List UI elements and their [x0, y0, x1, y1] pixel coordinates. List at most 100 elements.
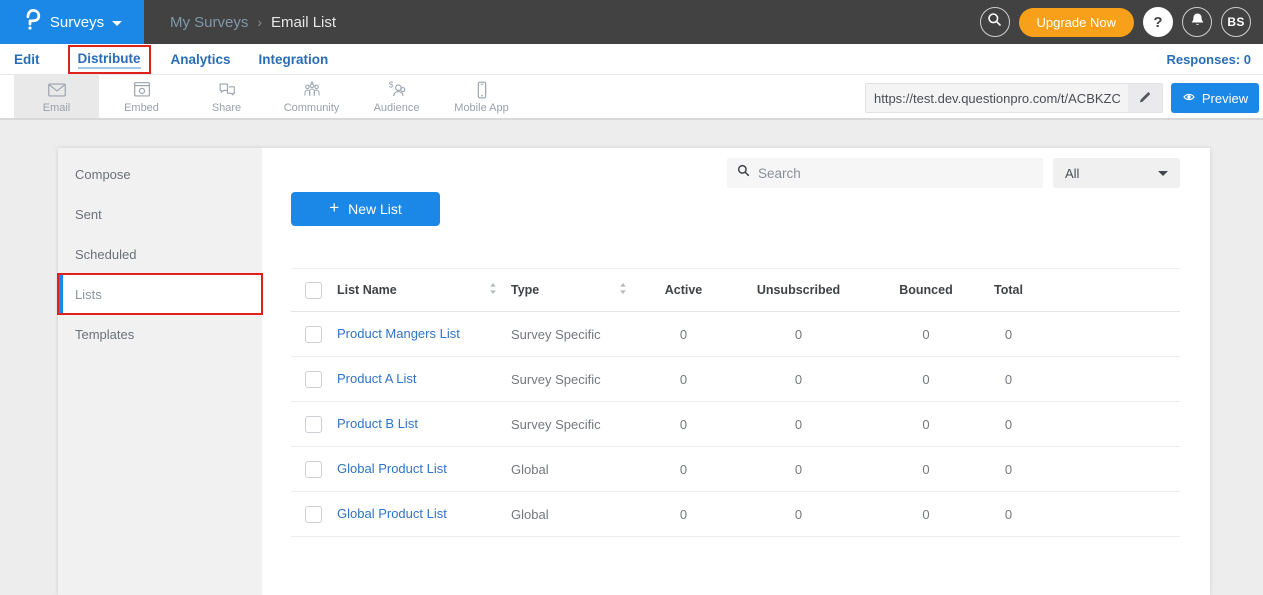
audience-icon: $: [385, 79, 409, 101]
total-count: 0: [981, 507, 1036, 522]
embed-icon: [130, 79, 154, 101]
preview-button[interactable]: Preview: [1171, 83, 1259, 113]
breadcrumb-separator: ›: [257, 14, 262, 30]
help-button[interactable]: ?: [1143, 7, 1173, 37]
list-type: Global: [511, 462, 641, 477]
edit-url-button[interactable]: [1128, 84, 1162, 112]
row-checkbox[interactable]: [305, 461, 322, 478]
list-name-link[interactable]: Product B List: [337, 416, 418, 431]
avatar-initials: BS: [1227, 15, 1244, 29]
email-lists-table: List Name Type Active Unsubscribed Bounc…: [291, 268, 1180, 537]
responses-count[interactable]: Responses: 0: [1166, 52, 1251, 67]
header-list-name[interactable]: List Name: [337, 282, 511, 298]
unsubscribed-count: 0: [726, 327, 871, 342]
questionpro-logo-icon: [22, 7, 42, 37]
total-count: 0: [981, 327, 1036, 342]
list-type-filter-value: All: [1065, 166, 1079, 181]
header-bounced: Bounced: [871, 283, 981, 297]
tab-embed-label: Embed: [124, 102, 159, 114]
list-name-link[interactable]: Product A List: [337, 371, 417, 386]
breadcrumb-parent[interactable]: My Surveys: [170, 14, 248, 31]
list-type: Survey Specific: [511, 417, 641, 432]
list-name-link[interactable]: Global Product List: [337, 506, 447, 521]
sidebar-item-lists[interactable]: Lists: [58, 274, 262, 314]
distribute-toolbar: Email Embed Share Community $ Audience M…: [0, 75, 1263, 120]
sidebar-item-scheduled[interactable]: Scheduled: [58, 234, 262, 274]
tab-embed[interactable]: Embed: [99, 75, 184, 118]
tab-audience-label: Audience: [374, 102, 420, 114]
tab-email[interactable]: Email: [14, 75, 99, 118]
tab-audience[interactable]: $ Audience: [354, 75, 439, 118]
bounced-count: 0: [871, 417, 981, 432]
tab-analytics[interactable]: Analytics: [171, 52, 231, 67]
topbar-actions: Upgrade Now ? BS: [980, 7, 1252, 37]
tab-community[interactable]: Community: [269, 75, 354, 118]
sidebar-item-templates[interactable]: Templates: [58, 314, 262, 354]
total-count: 0: [981, 417, 1036, 432]
total-count: 0: [981, 462, 1036, 477]
table-row: Global Product List Global 0 0 0 0: [291, 447, 1180, 492]
table-row: Global Product List Global 0 0 0 0: [291, 492, 1180, 537]
table-header-row: List Name Type Active Unsubscribed Bounc…: [291, 268, 1180, 312]
preview-label: Preview: [1202, 91, 1248, 106]
tab-mobile-app-label: Mobile App: [454, 102, 508, 114]
filter-row: All: [291, 158, 1180, 188]
new-list-button[interactable]: + New List: [291, 192, 440, 226]
tab-email-label: Email: [43, 102, 71, 114]
help-icon: ?: [1153, 14, 1162, 31]
tab-edit[interactable]: Edit: [14, 52, 40, 67]
unsubscribed-count: 0: [726, 507, 871, 522]
list-name-link[interactable]: Global Product List: [337, 461, 447, 476]
search-icon: [737, 164, 750, 182]
list-type: Survey Specific: [511, 327, 641, 342]
list-search-box: [727, 158, 1043, 188]
active-count: 0: [641, 507, 726, 522]
row-checkbox[interactable]: [305, 506, 322, 523]
topbar: Surveys My Surveys › Email List Upgrade …: [0, 0, 1263, 44]
header-total: Total: [981, 283, 1036, 297]
row-checkbox[interactable]: [305, 416, 322, 433]
total-count: 0: [981, 372, 1036, 387]
active-count: 0: [641, 372, 726, 387]
bounced-count: 0: [871, 372, 981, 387]
sidebar-item-sent[interactable]: Sent: [58, 194, 262, 234]
active-count: 0: [641, 327, 726, 342]
breadcrumb-current: Email List: [271, 14, 336, 31]
unsubscribed-count: 0: [726, 417, 871, 432]
row-checkbox[interactable]: [305, 326, 322, 343]
lists-main: All + New List List Name Type: [262, 148, 1210, 595]
bounced-count: 0: [871, 327, 981, 342]
page-background: Compose Sent Scheduled Lists Templates A…: [0, 120, 1263, 595]
active-count: 0: [641, 462, 726, 477]
product-switcher[interactable]: Surveys: [0, 0, 144, 44]
tab-distribute[interactable]: Distribute: [78, 51, 141, 69]
search-icon: [987, 12, 1002, 32]
tab-share[interactable]: Share: [184, 75, 269, 118]
select-all-checkbox[interactable]: [305, 282, 322, 299]
tab-mobile-app[interactable]: Mobile App: [439, 75, 524, 118]
breadcrumb: My Surveys › Email List: [170, 14, 336, 31]
survey-nav: Edit Distribute Analytics Integration Re…: [0, 44, 1263, 75]
bell-icon: [1190, 12, 1205, 33]
product-name: Surveys: [50, 14, 104, 31]
avatar[interactable]: BS: [1221, 7, 1251, 37]
table-row: Product A List Survey Specific 0 0 0 0: [291, 357, 1180, 402]
email-icon: [45, 79, 69, 101]
email-lists-panel: Compose Sent Scheduled Lists Templates A…: [58, 148, 1210, 595]
chevron-down-icon: [1158, 171, 1168, 176]
list-search-input[interactable]: [758, 166, 1033, 181]
search-button[interactable]: [980, 7, 1010, 37]
list-type-filter[interactable]: All: [1053, 158, 1180, 188]
list-type: Survey Specific: [511, 372, 641, 387]
chevron-down-icon: [112, 21, 122, 26]
tab-integration[interactable]: Integration: [259, 52, 329, 67]
upgrade-now-button[interactable]: Upgrade Now: [1019, 8, 1135, 37]
row-checkbox[interactable]: [305, 371, 322, 388]
header-type[interactable]: Type: [511, 282, 641, 298]
survey-url-input[interactable]: [866, 84, 1128, 112]
list-name-link[interactable]: Product Mangers List: [337, 326, 460, 341]
email-sidebar: Compose Sent Scheduled Lists Templates: [58, 148, 262, 595]
notifications-button[interactable]: [1182, 7, 1212, 37]
sidebar-item-compose[interactable]: Compose: [58, 154, 262, 194]
bounced-count: 0: [871, 507, 981, 522]
